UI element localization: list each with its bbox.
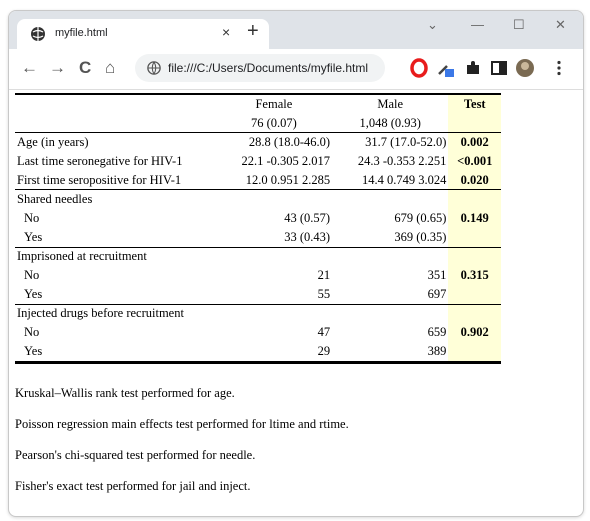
female-value: 22.1 -0.305 2.017	[241, 153, 331, 168]
female-count: 76 (0.07)	[250, 115, 297, 130]
test-value	[448, 284, 501, 305]
female-value: 12.0 0.951 2.285	[245, 172, 331, 187]
male-value	[332, 303, 449, 324]
test-value: 0.002	[448, 132, 501, 153]
row-label: First time seropositive for HIV-1	[17, 172, 182, 187]
footnote: Fisher's exact test performed for jail a…	[15, 479, 251, 493]
col-test: Test	[448, 93, 501, 114]
row-label: Last time seronegative for HIV-1	[17, 153, 183, 168]
table-row: Yes 33 (0.43) 369 (0.35)	[15, 227, 501, 247]
female-value: 33 (0.43)	[284, 229, 331, 244]
male-value: 351	[427, 268, 447, 283]
close-tab-icon[interactable]: ×	[222, 24, 230, 40]
table-row: Last time seronegative for HIV-1 22.1 -0…	[15, 152, 501, 171]
sidebar-icon[interactable]	[489, 58, 509, 78]
table-row: Imprisoned at recruitment	[15, 246, 501, 267]
test-value	[448, 303, 501, 324]
puzzle-icon[interactable]	[463, 58, 483, 78]
table-row: No 21 351 0.315	[15, 266, 501, 285]
row-label: Injected drugs before recruitment	[15, 303, 216, 324]
browser-window: myfile.html × + ⌄ — ☐ ✕ ← → C ⌂ file:///…	[8, 10, 584, 517]
opera-icon[interactable]	[409, 58, 429, 78]
globe-icon	[147, 61, 161, 75]
row-label: Yes	[24, 229, 43, 244]
minimize-icon[interactable]: —	[471, 17, 484, 32]
female-value: 29	[215, 341, 333, 364]
col-male: Male	[332, 93, 449, 114]
summary-table: Female Male Test 76 (0.07) 1,048 (0.93) …	[15, 93, 501, 364]
male-value: 659	[427, 325, 447, 340]
female-value	[215, 303, 333, 324]
row-label: Yes	[24, 286, 43, 301]
row-label: No	[24, 325, 40, 340]
forward-icon[interactable]: →	[49, 58, 66, 78]
test-value	[448, 246, 501, 267]
header-row: Female Male Test	[15, 93, 501, 114]
female-value: 28.8 (18.0-46.0)	[215, 132, 333, 153]
table-row: Yes 29 389	[15, 341, 501, 364]
table-row: No 47 659 0.902	[15, 323, 501, 342]
female-value: 21	[317, 268, 331, 283]
row-label: Shared needles	[15, 189, 216, 210]
home-icon[interactable]: ⌂	[105, 58, 115, 78]
table-row: Shared needles	[15, 189, 501, 210]
new-tab-icon[interactable]: +	[247, 21, 259, 41]
test-value: <0.001	[448, 152, 501, 171]
tab-title: myfile.html	[55, 27, 108, 39]
back-icon[interactable]: ←	[21, 58, 38, 78]
test-value: 0.020	[448, 170, 501, 190]
male-count: 1,048 (0.93)	[359, 115, 421, 130]
address-bar[interactable]: file:///C:/Users/Documents/myfile.html	[135, 54, 385, 82]
female-value: 47	[317, 325, 331, 340]
test-value	[448, 189, 501, 210]
header-count-row: 76 (0.07) 1,048 (0.93)	[15, 113, 501, 133]
col-female: Female	[215, 93, 333, 114]
test-value: 0.902	[448, 323, 501, 342]
avatar[interactable]	[515, 58, 535, 78]
table-row: Yes 55 697	[15, 284, 501, 305]
reload-icon[interactable]: C	[79, 58, 91, 78]
female-value: 55	[317, 286, 331, 301]
table-row: Age (in years) 28.8 (18.0-46.0) 31.7 (17…	[15, 132, 501, 153]
female-value: 43 (0.57)	[284, 210, 331, 225]
browser-toolbar: ← → C ⌂ file:///C:/Users/Documents/myfil…	[9, 49, 583, 90]
test-value: 0.315	[448, 266, 501, 285]
male-value	[332, 246, 449, 267]
row-label: Age (in years)	[15, 132, 216, 153]
tab-myfile[interactable]: myfile.html ×	[17, 19, 269, 49]
male-value	[332, 189, 449, 210]
footnote: Kruskal–Wallis rank test performed for a…	[15, 386, 235, 400]
row-label: No	[24, 268, 40, 283]
chevron-down-icon[interactable]: ⌄	[427, 17, 438, 33]
test-value	[448, 341, 501, 364]
url-text: file:///C:/Users/Documents/myfile.html	[168, 61, 369, 75]
row-label: No	[24, 210, 40, 225]
female-value	[215, 246, 333, 267]
male-value: 14.4 0.749 3.024	[362, 172, 447, 187]
more-menu-icon[interactable]	[549, 58, 569, 78]
male-value: 24.3 -0.353 2.251	[357, 153, 447, 168]
male-value: 369 (0.35)	[394, 229, 447, 244]
footnote: Poisson regression main effects test per…	[15, 417, 349, 431]
test-value	[448, 227, 501, 247]
male-value: 679 (0.65)	[394, 210, 447, 225]
footnote: Pearson's chi-squared test performed for…	[15, 448, 256, 462]
male-value: 697	[427, 286, 447, 301]
row-label: Yes	[15, 341, 216, 364]
row-label: Imprisoned at recruitment	[15, 246, 216, 267]
male-value: 389	[332, 341, 449, 364]
tab-bar: myfile.html × + ⌄ — ☐ ✕	[9, 11, 583, 49]
page-content: Female Male Test 76 (0.07) 1,048 (0.93) …	[9, 90, 583, 516]
table-row: No 43 (0.57) 679 (0.65) 0.149	[15, 209, 501, 228]
maximize-icon[interactable]: ☐	[513, 17, 525, 33]
close-window-icon[interactable]: ✕	[555, 17, 566, 33]
test-value: 0.149	[448, 209, 501, 228]
male-value: 31.7 (17.0-52.0)	[332, 132, 449, 153]
table-row: Injected drugs before recruitment	[15, 303, 501, 324]
table-row: First time seropositive for HIV-1 12.0 0…	[15, 170, 501, 190]
female-value	[215, 189, 333, 210]
eyedropper-icon[interactable]	[435, 58, 455, 78]
globe-icon	[31, 27, 45, 41]
